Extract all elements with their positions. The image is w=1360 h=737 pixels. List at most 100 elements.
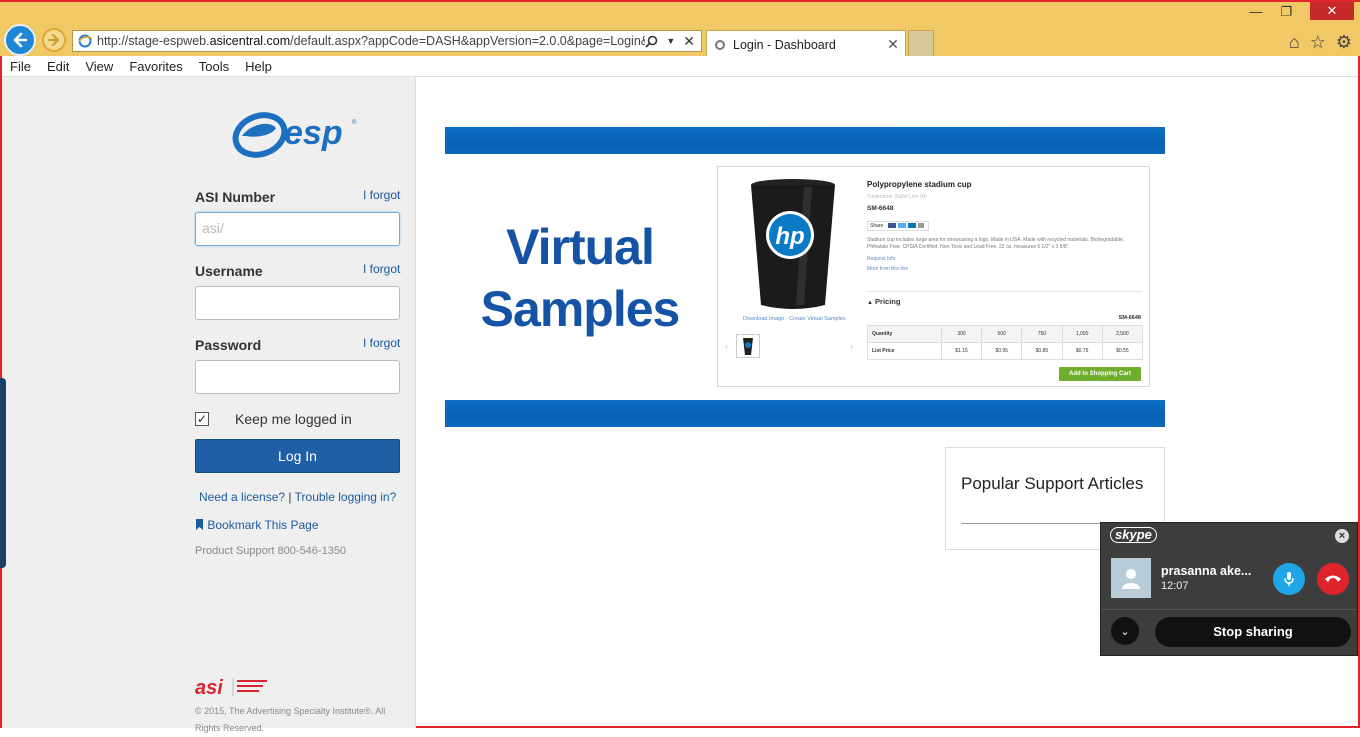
bookmark-link[interactable]: Bookmark This Page <box>195 518 319 532</box>
password-forgot-link[interactable]: I forgot <box>363 336 400 350</box>
ie-page-icon <box>78 34 93 48</box>
keep-logged-in-label: Keep me logged in <box>235 411 352 427</box>
tab-login-dashboard[interactable]: Login - Dashboard ✕ <box>706 30 906 58</box>
pricing-header[interactable]: ▲ Pricing <box>867 297 900 306</box>
price-cell: $0.85 <box>1021 342 1063 360</box>
product-sku: SM-6648 <box>867 205 894 212</box>
avatar <box>1111 558 1151 598</box>
more-from-line-link[interactable]: More from this line <box>867 266 908 272</box>
skype-divider <box>1101 609 1357 610</box>
add-to-cart-button[interactable]: Add to Shopping Cart <box>1059 367 1141 381</box>
price-cell: $0.75 <box>1061 342 1103 360</box>
menu-tools[interactable]: Tools <box>191 59 237 74</box>
favorites-star-icon[interactable]: ☆ <box>1310 32 1326 53</box>
menu-favorites[interactable]: Favorites <box>121 59 190 74</box>
product-support-text: Product Support 800-546-1350 <box>195 545 347 557</box>
contact-name: prasanna ake... <box>1161 564 1252 578</box>
quantity-cell: 2,500 <box>1101 325 1144 343</box>
product-thumbnail[interactable] <box>736 334 760 358</box>
banner-bottom-band <box>445 400 1165 427</box>
password-input[interactable] <box>195 360 400 394</box>
share-bar[interactable]: Share <box>867 221 929 231</box>
asi-forgot-link[interactable]: I forgot <box>363 188 400 202</box>
asi-logo: asi <box>195 677 267 698</box>
thumbnail-cup-image <box>743 338 753 355</box>
price-cell: $0.55 <box>1101 342 1144 360</box>
table-row: Quantity 300 500 750 1,000 2,500 <box>867 325 1144 343</box>
request-info-link[interactable]: Request Info <box>867 256 895 262</box>
new-tab-button[interactable] <box>908 30 934 58</box>
chevron-down-icon: ⌄ <box>1120 625 1130 638</box>
popular-support-title: Popular Support Articles <box>961 474 1144 493</box>
virtual-samples-line2: Samples <box>480 281 681 337</box>
dropdown-chevron-icon[interactable]: ▼ <box>666 36 675 46</box>
hang-up-button[interactable] <box>1317 563 1349 595</box>
username-label: Username <box>195 263 263 279</box>
login-button[interactable]: Log In <box>195 439 400 473</box>
help-links: Need a license? | Trouble logging in? <box>199 490 396 504</box>
stop-sharing-button[interactable]: Stop sharing <box>1155 617 1351 647</box>
stop-icon[interactable]: ✕ <box>683 33 695 50</box>
thumb-next-icon[interactable]: › <box>850 341 853 351</box>
svg-text:esp: esp <box>284 114 343 152</box>
forward-button[interactable] <box>42 28 66 52</box>
asi-number-input[interactable]: asi/ <box>195 212 400 246</box>
gear-icon[interactable]: ⚙ <box>1336 32 1352 53</box>
arrow-right-icon <box>48 34 59 46</box>
product-preview-card: hp Download Image · Create Virtual Sampl… <box>717 166 1150 387</box>
expand-button[interactable]: ⌄ <box>1111 617 1139 645</box>
password-label: Password <box>195 337 262 353</box>
copyright-text: © 2015, The Advertising Specialty Instit… <box>195 706 386 733</box>
back-button[interactable] <box>4 24 36 56</box>
edge-tab[interactable] <box>0 378 6 568</box>
menu-edit[interactable]: Edit <box>39 59 77 74</box>
menu-file[interactable]: File <box>2 59 39 74</box>
trouble-logging-in-link[interactable]: Trouble logging in? <box>295 490 397 504</box>
url-text[interactable]: http://stage-espweb.asicentral.com/defau… <box>97 34 645 48</box>
share-icons[interactable] <box>887 223 924 229</box>
login-panel <box>2 77 416 728</box>
quantity-cell: 750 <box>1021 325 1063 343</box>
table-row: List Price $1.15 $0.95 $0.85 $0.75 $0.55 <box>867 342 1144 360</box>
address-bar[interactable]: http://stage-espweb.asicentral.com/defau… <box>72 30 702 52</box>
home-icon[interactable]: ⌂ <box>1289 32 1300 53</box>
quantity-cell: 1,000 <box>1061 325 1103 343</box>
restore-icon[interactable]: ❐ <box>1280 4 1292 20</box>
need-license-link[interactable]: Need a license? <box>199 490 285 504</box>
chevron-up-icon: ▲ <box>867 300 873 306</box>
menu-help[interactable]: Help <box>237 59 280 74</box>
asi-number-label: ASI Number <box>195 189 276 205</box>
window-close-icon[interactable]: ✕ <box>1310 2 1354 20</box>
price-cell: $0.95 <box>981 342 1023 360</box>
image-links[interactable]: Download Image · Create Virtual Samples <box>743 316 846 322</box>
share-label: Share <box>870 223 884 229</box>
username-input[interactable] <box>195 286 400 320</box>
loading-icon <box>715 39 725 50</box>
svg-text:®: ® <box>352 119 357 126</box>
skype-call-widget: skype × prasanna ake... 12:07 ⌄ Stop sha… <box>1100 522 1358 656</box>
quantity-header: Quantity <box>867 325 942 343</box>
call-timer: 12:07 <box>1161 580 1189 592</box>
phone-hangup-icon <box>1325 575 1341 582</box>
mute-button[interactable] <box>1273 563 1305 595</box>
menu-view[interactable]: View <box>77 59 121 74</box>
product-divider <box>867 291 1142 292</box>
product-subtitle: Tradename: Bullet Line (R) <box>867 194 927 200</box>
microphone-icon <box>1284 572 1294 586</box>
bookmark-label: Bookmark This Page <box>207 518 319 532</box>
minimize-icon[interactable]: — <box>1249 4 1262 20</box>
search-icon[interactable] <box>645 35 658 48</box>
keep-logged-in-checkbox[interactable]: ✓ <box>195 412 209 426</box>
product-cup-image: hp <box>751 179 835 309</box>
banner-top-band <box>445 127 1165 154</box>
svg-text:hp: hp <box>775 223 804 250</box>
skype-close-icon[interactable]: × <box>1335 529 1349 543</box>
virtual-samples-title: Virtual Samples <box>470 216 690 340</box>
tab-close-icon[interactable]: ✕ <box>885 36 901 53</box>
quantity-cell: 300 <box>940 325 983 343</box>
username-forgot-link[interactable]: I forgot <box>363 262 400 276</box>
browser-tools: ⌂ ☆ ⚙ <box>1289 32 1352 53</box>
price-table: Quantity 300 500 750 1,000 2,500 List Pr… <box>867 325 1144 360</box>
thumb-prev-icon[interactable]: ‹ <box>725 341 728 351</box>
esp-logo: esp ® <box>232 112 357 158</box>
